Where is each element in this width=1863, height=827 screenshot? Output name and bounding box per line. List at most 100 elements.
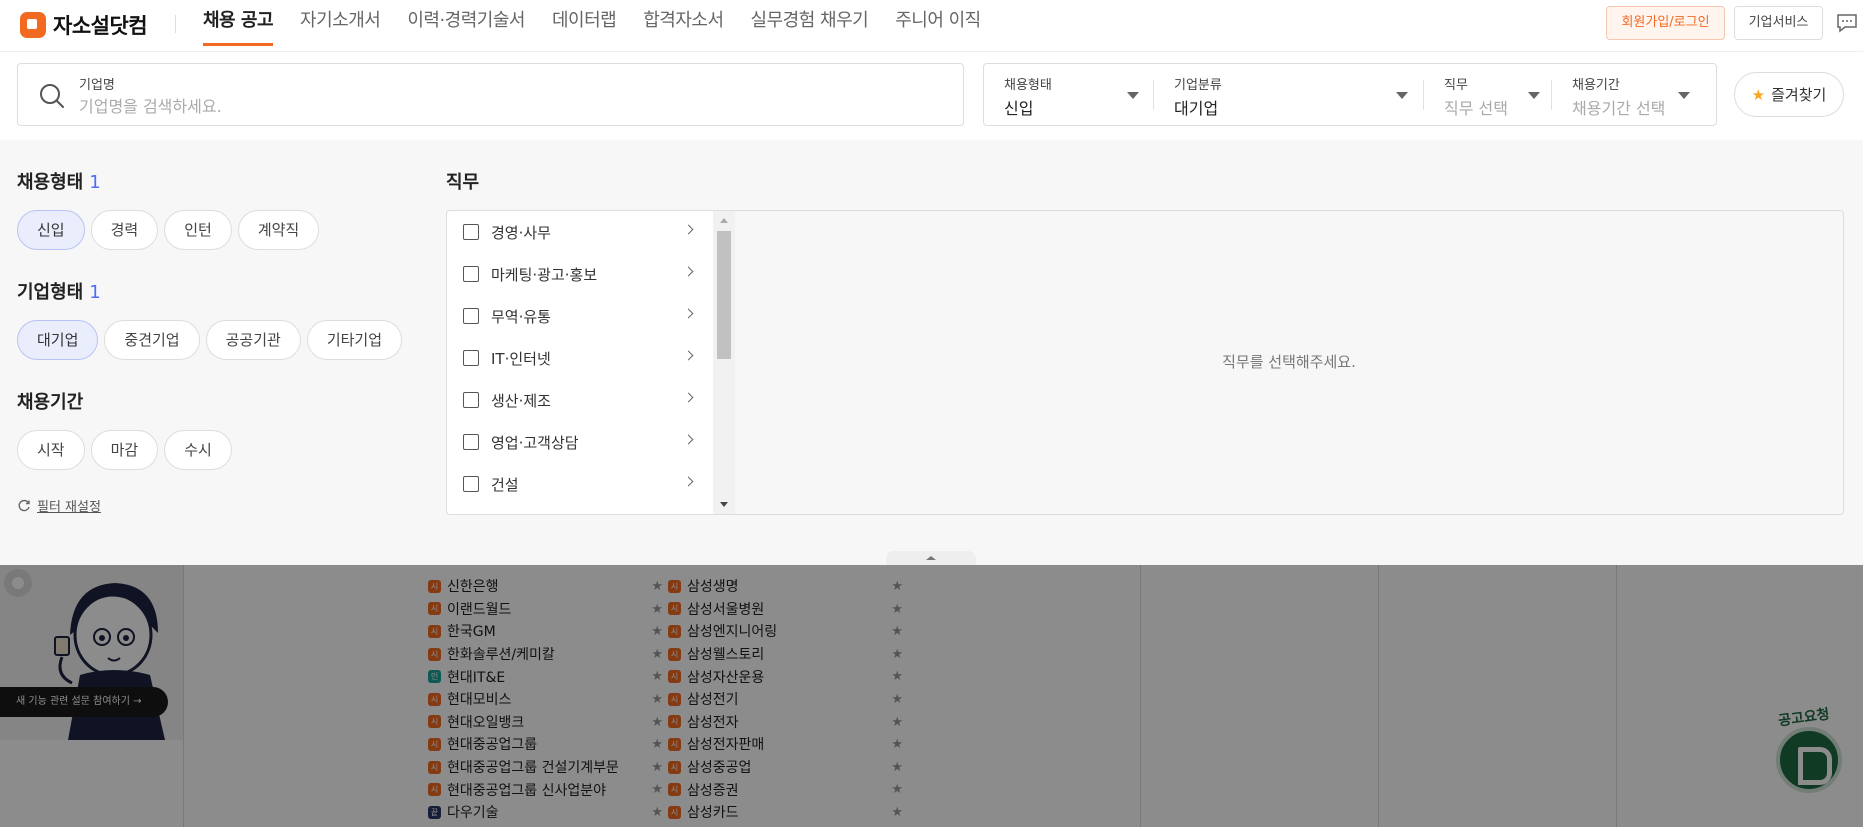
search-icon [40, 84, 64, 108]
chip-public-institution[interactable]: 공공기관 [205, 320, 301, 360]
employment-count: 1 [89, 172, 101, 193]
logo-text: 자소설닷컴 [53, 14, 148, 38]
filter-reset-label: 필터 재설정 [37, 500, 101, 515]
company-type-chips: 대기업 중견기업 공공기관 기타기업 [17, 320, 408, 360]
checkbox[interactable] [463, 434, 479, 450]
chip-new-grad[interactable]: 신입 [17, 210, 85, 250]
job-category-item[interactable]: 건설 [447, 463, 736, 505]
job-section-title: 직무 [446, 172, 480, 193]
job-empty-message: 직무를 선택해주세요. [1222, 353, 1356, 371]
employment-chips: 신입 경력 인턴 계약직 [17, 210, 325, 250]
nav-item-experience[interactable]: 실무경험 채우기 [751, 0, 869, 46]
chip-start[interactable]: 시작 [17, 430, 85, 470]
nav-item-resume[interactable]: 이력·경력기술서 [407, 0, 525, 46]
employment-section-label: 채용형태 [17, 172, 84, 193]
employment-type-label: 채용형태 [1004, 78, 1052, 93]
search-label: 기업명 [79, 78, 115, 93]
job-category-item[interactable]: 마케팅·광고·홍보 [447, 253, 736, 295]
company-class-select[interactable]: 기업분류 대기업 [1154, 64, 1424, 125]
filter-reset-link[interactable]: 필터 재설정 [17, 496, 101, 515]
nav-item-datalab[interactable]: 데이터랩 [552, 0, 617, 46]
period-select-placeholder: 채용기간 선택 [1572, 99, 1666, 118]
chip-contract[interactable]: 계약직 [237, 210, 320, 250]
job-category-label: 생산·제조 [491, 391, 551, 410]
logo-mark-icon [20, 12, 46, 38]
employment-type-value: 신입 [1004, 99, 1034, 118]
chevron-down-icon [1396, 92, 1408, 99]
period-section-title: 채용기간 [17, 388, 83, 414]
job-category-label: IT·인터넷 [491, 349, 551, 368]
checkbox[interactable] [463, 350, 479, 366]
chip-deadline[interactable]: 마감 [90, 430, 159, 470]
nav-item-jobs[interactable]: 채용 공고 [203, 0, 274, 46]
panel-collapse-handle[interactable] [886, 551, 976, 565]
company-class-value: 대기업 [1174, 99, 1219, 118]
job-select-placeholder: 직무 선택 [1444, 99, 1508, 118]
job-category-list[interactable]: 경영·사무 마케팅·광고·홍보 무역·유통 IT·인터넷 생산·제조 영업·고객… [446, 210, 736, 515]
checkbox[interactable] [463, 476, 479, 492]
job-category-label: 경영·사무 [491, 223, 551, 242]
company-search-box[interactable]: 기업명 [17, 63, 964, 126]
chevron-right-icon [683, 392, 694, 403]
chevron-right-icon [683, 434, 694, 445]
chat-bubble-icon[interactable] [1836, 13, 1858, 33]
filter-panel: 채용형태 1 신입 경력 인턴 계약직 기업형태 1 대기업 중견기업 공공기관 기… [0, 140, 1863, 565]
employment-section-title: 채용형태 1 [17, 168, 101, 194]
nav-item-cover-letter[interactable]: 자기소개서 [300, 0, 381, 46]
checkbox[interactable] [463, 224, 479, 240]
nav-divider [175, 15, 176, 33]
chip-intern[interactable]: 인턴 [164, 210, 232, 250]
scroll-up-arrow-icon[interactable] [720, 218, 728, 223]
company-type-count: 1 [89, 282, 101, 303]
chevron-right-icon [683, 308, 694, 319]
search-input[interactable] [79, 94, 939, 118]
business-service-button[interactable]: 기업서비스 [1734, 6, 1823, 40]
chip-experienced[interactable]: 경력 [90, 210, 159, 250]
main-nav: 채용 공고 자기소개서 이력·경력기술서 데이터랩 합격자소서 실무경험 채우기… [203, 0, 1008, 52]
period-select[interactable]: 채용기간 채용기간 선택 [1552, 64, 1716, 125]
refresh-icon [18, 499, 30, 511]
chevron-right-icon [683, 476, 694, 487]
job-select[interactable]: 직무 직무 선택 [1424, 64, 1552, 125]
chevron-right-icon [683, 266, 694, 277]
scroll-down-arrow-icon[interactable] [720, 502, 728, 507]
chevron-right-icon [683, 224, 694, 235]
job-list-scrollbar[interactable] [713, 210, 735, 515]
chip-large-company[interactable]: 대기업 [17, 320, 99, 360]
job-category-item[interactable]: IT·인터넷 [447, 337, 736, 379]
logo[interactable]: 자소설닷컴 [20, 10, 148, 40]
job-category-item[interactable]: 무역·유통 [447, 295, 736, 337]
nav-item-junior-move[interactable]: 주니어 이직 [895, 0, 981, 46]
dim-overlay[interactable] [0, 565, 1863, 827]
favorites-label: 즐겨찾기 [1771, 86, 1827, 104]
scrollbar-thumb[interactable] [717, 231, 731, 359]
job-category-item[interactable]: 생산·제조 [447, 379, 736, 421]
chevron-down-icon [1678, 92, 1690, 99]
period-select-label: 채용기간 [1572, 78, 1620, 93]
checkbox[interactable] [463, 266, 479, 282]
company-class-label: 기업분류 [1174, 78, 1222, 93]
job-category-item[interactable]: 경영·사무 [447, 211, 736, 253]
company-type-section-label: 기업형태 [17, 282, 84, 303]
star-icon: ★ [1751, 85, 1766, 104]
login-button[interactable]: 회원가입/로그인 [1606, 6, 1725, 40]
chip-other-company[interactable]: 기타기업 [306, 320, 403, 360]
chevron-down-icon [1528, 92, 1540, 99]
period-chips: 시작 마감 수시 [17, 430, 238, 470]
job-detail-area: 직무를 선택해주세요. [735, 210, 1844, 515]
job-category-label: 무역·유통 [491, 307, 551, 326]
checkbox[interactable] [463, 392, 479, 408]
chevron-down-icon [1127, 92, 1139, 99]
chip-rolling[interactable]: 수시 [164, 430, 232, 470]
filter-selects: 채용형태 신입 기업분류 대기업 직무 직무 선택 채용기간 채용기간 선택 [983, 63, 1717, 126]
checkbox[interactable] [463, 308, 479, 324]
job-category-label: 건설 [491, 475, 519, 494]
company-type-section-title: 기업형태 1 [17, 278, 101, 304]
job-select-label: 직무 [1444, 78, 1468, 93]
chevron-right-icon [683, 350, 694, 361]
nav-item-passed-letters[interactable]: 합격자소서 [643, 0, 724, 46]
favorites-button[interactable]: ★ 즐겨찾기 [1734, 72, 1844, 117]
chip-midsize-company[interactable]: 중견기업 [104, 320, 200, 360]
employment-type-select[interactable]: 채용형태 신입 [984, 64, 1154, 125]
job-category-item[interactable]: 영업·고객상담 [447, 421, 736, 463]
